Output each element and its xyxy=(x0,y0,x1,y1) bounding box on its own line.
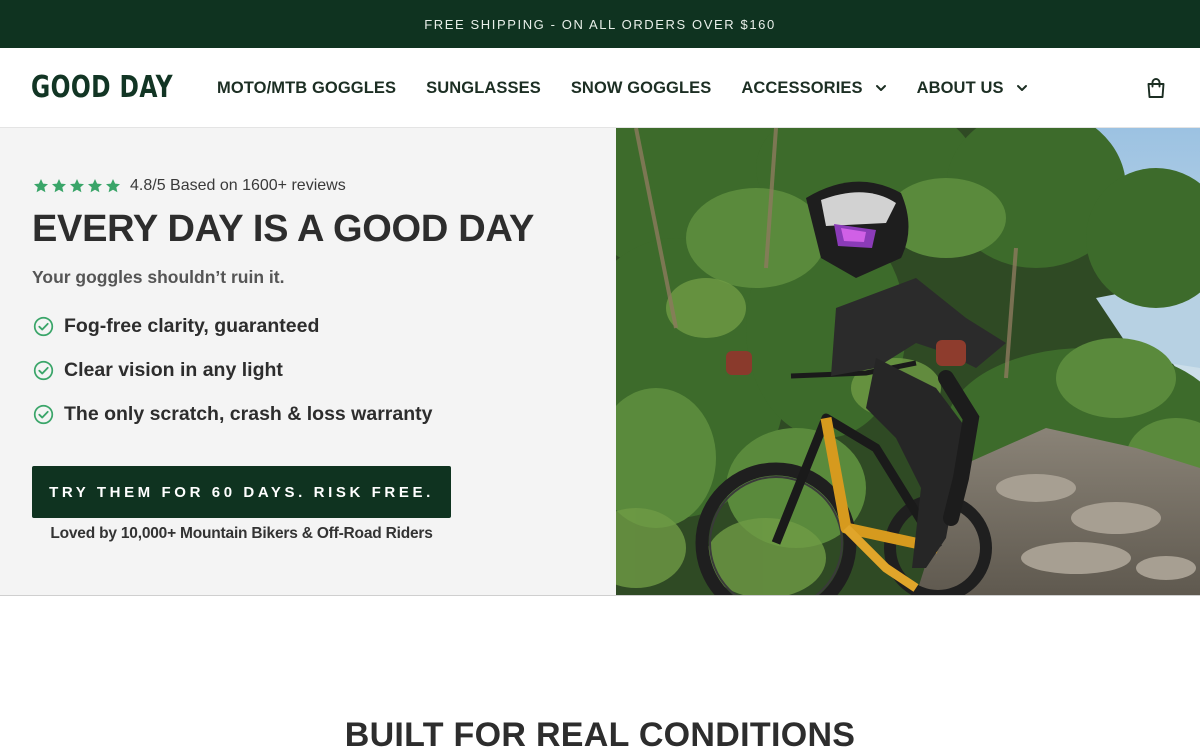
star-icon xyxy=(106,179,120,193)
try-risk-free-button[interactable]: TRY THEM FOR 60 DAYS. RISK FREE. xyxy=(32,466,451,518)
star-icon xyxy=(52,179,66,193)
check-circle-icon xyxy=(33,360,54,380)
nav-item-moto-mtb-goggles[interactable]: MOTO/MTB GOGGLES xyxy=(217,79,396,98)
nav-item-snow-goggles[interactable]: SNOW GOGGLES xyxy=(571,79,712,98)
star-icon xyxy=(88,179,102,193)
shopping-bag-icon[interactable] xyxy=(1144,76,1168,100)
star-icon xyxy=(70,179,84,193)
rating-summary: 4.8/5 Based on 1600+ reviews xyxy=(33,177,346,195)
nav-item-accessories[interactable]: ACCESSORIES xyxy=(741,79,886,98)
feature-item: Clear vision in any light xyxy=(33,356,432,384)
social-proof-text: Loved by 10,000+ Mountain Bikers & Off-R… xyxy=(50,525,433,542)
nav-item-label: SUNGLASSES xyxy=(426,78,541,97)
chevron-down-icon xyxy=(1016,85,1027,91)
feature-item: The only scratch, crash & loss warranty xyxy=(33,400,432,428)
hero-headline: EVERY DAY IS A GOOD DAY xyxy=(32,208,535,250)
chevron-down-icon xyxy=(875,85,886,91)
feature-text: Clear vision in any light xyxy=(64,358,283,381)
main-nav: MOTO/MTB GOGGLES SUNGLASSES SNOW GOGGLES… xyxy=(217,48,1058,128)
star-icon xyxy=(34,179,48,193)
mountain-biker-image xyxy=(616,128,1200,595)
rating-stars xyxy=(33,178,121,194)
brand-logo[interactable]: GOOD DAY xyxy=(31,70,173,106)
feature-text: Fog-free clarity, guaranteed xyxy=(64,314,320,337)
announcement-text: FREE SHIPPING - ON ALL ORDERS OVER $160 xyxy=(424,16,776,32)
announcement-bar: FREE SHIPPING - ON ALL ORDERS OVER $160 xyxy=(0,0,1200,48)
hero-subheadline: Your goggles shouldn’t ruin it. xyxy=(32,267,285,287)
nav-item-label: MOTO/MTB GOGGLES xyxy=(217,78,397,97)
site-header: GOOD DAY MOTO/MTB GOGGLES SUNGLASSES SNO… xyxy=(0,48,1200,128)
nav-item-sunglasses[interactable]: SUNGLASSES xyxy=(426,79,541,98)
feature-list: Fog-free clarity, guaranteed Clear visio… xyxy=(33,312,432,444)
hero-divider xyxy=(0,595,1200,596)
nav-item-label: ACCESSORIES xyxy=(741,78,863,97)
feature-text: The only scratch, crash & loss warranty xyxy=(64,402,433,425)
feature-item: Fog-free clarity, guaranteed xyxy=(33,312,432,340)
check-circle-icon xyxy=(33,316,54,336)
nav-item-about-us[interactable]: ABOUT US xyxy=(917,79,1028,98)
rating-text: 4.8/5 Based on 1600+ reviews xyxy=(130,177,346,194)
hero-image xyxy=(616,128,1200,595)
nav-item-label: ABOUT US xyxy=(916,78,1004,97)
check-circle-icon xyxy=(33,404,54,424)
nav-item-label: SNOW GOGGLES xyxy=(570,78,712,97)
section-title: BUILT FOR REAL CONDITIONS xyxy=(344,716,856,750)
